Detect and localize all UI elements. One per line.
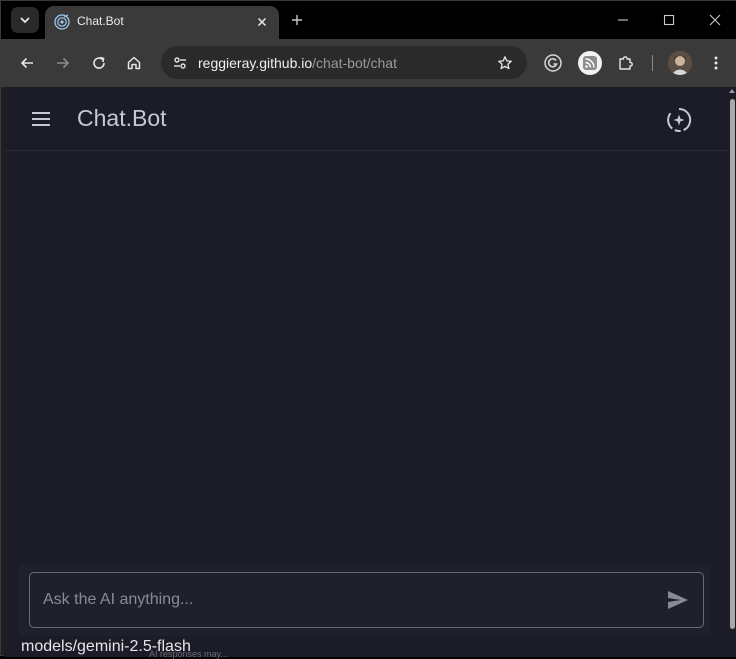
app-title: Chat.Bot	[77, 105, 167, 131]
url-host: reggieray.github.io	[198, 55, 313, 71]
chat-input-field[interactable]	[29, 572, 704, 628]
back-button[interactable]	[15, 51, 39, 75]
send-button[interactable]	[665, 588, 691, 612]
minimize-button[interactable]	[612, 9, 634, 31]
home-button[interactable]	[122, 51, 146, 75]
close-icon	[257, 17, 267, 27]
more-vert-icon	[714, 56, 718, 70]
close-icon	[709, 14, 721, 26]
chevron-down-icon	[20, 17, 30, 24]
url-path: /chat-bot/chat	[312, 55, 397, 71]
sparkle-circle-icon	[667, 107, 692, 132]
hamburger-icon	[32, 112, 50, 126]
plus-icon	[292, 15, 302, 25]
send-icon	[668, 591, 688, 609]
reload-icon	[93, 56, 105, 69]
forward-button[interactable]	[51, 51, 75, 75]
browser-window: Chat.Bot reggieray.github.io/chat-bot/ch…	[0, 0, 736, 659]
scroll-thumb[interactable]	[730, 99, 735, 629]
chat-composer	[19, 564, 711, 636]
page-scrollbar[interactable]	[728, 87, 736, 657]
menu-button[interactable]	[28, 107, 54, 131]
new-tab-button[interactable]	[287, 10, 307, 30]
reload-button[interactable]	[87, 51, 111, 75]
site-info-button[interactable]	[169, 52, 191, 74]
puzzle-icon	[619, 56, 633, 70]
home-icon	[127, 56, 141, 70]
page-viewport: Chat.Bot models/gemini-2.5-flash AI resp…	[4, 87, 728, 659]
grammarly-icon	[544, 54, 562, 72]
extensions-button[interactable]	[614, 51, 638, 75]
profile-avatar-button[interactable]	[668, 51, 692, 75]
maximize-button[interactable]	[658, 9, 680, 31]
tab-search-button[interactable]	[11, 7, 39, 33]
scroll-up-arrow[interactable]	[729, 89, 735, 93]
tab-strip: Chat.Bot	[1, 1, 736, 39]
minimize-icon	[618, 19, 628, 21]
maximize-icon	[663, 14, 675, 26]
tab-title: Chat.Bot	[77, 14, 124, 28]
app-header: Chat.Bot	[4, 87, 728, 151]
rss-extension-button[interactable]	[578, 51, 602, 75]
address-bar[interactable]: reggieray.github.io/chat-bot/chat	[161, 46, 527, 79]
grammarly-extension-button[interactable]	[541, 51, 565, 75]
chat-input[interactable]	[30, 573, 650, 627]
toolbar-divider	[652, 55, 653, 71]
url-text[interactable]: reggieray.github.io/chat-bot/chat	[198, 55, 397, 71]
bookmark-button[interactable]	[495, 53, 515, 73]
new-chat-ai-button[interactable]	[664, 105, 694, 135]
tab-close-button[interactable]	[253, 13, 271, 31]
browser-toolbar: reggieray.github.io/chat-bot/chat	[1, 39, 736, 87]
tune-icon	[174, 57, 186, 69]
window-close-button[interactable]	[704, 9, 726, 31]
arrow-right-icon	[57, 57, 70, 69]
star-icon	[498, 56, 512, 70]
tab-chatbot[interactable]: Chat.Bot	[45, 6, 279, 39]
rss-icon	[583, 56, 597, 70]
avatar-icon	[668, 51, 692, 75]
arrow-left-icon	[20, 57, 33, 69]
browser-menu-button[interactable]	[704, 51, 728, 75]
disclaimer-text: AI responses may...	[149, 649, 228, 659]
favicon-icon	[54, 14, 70, 30]
